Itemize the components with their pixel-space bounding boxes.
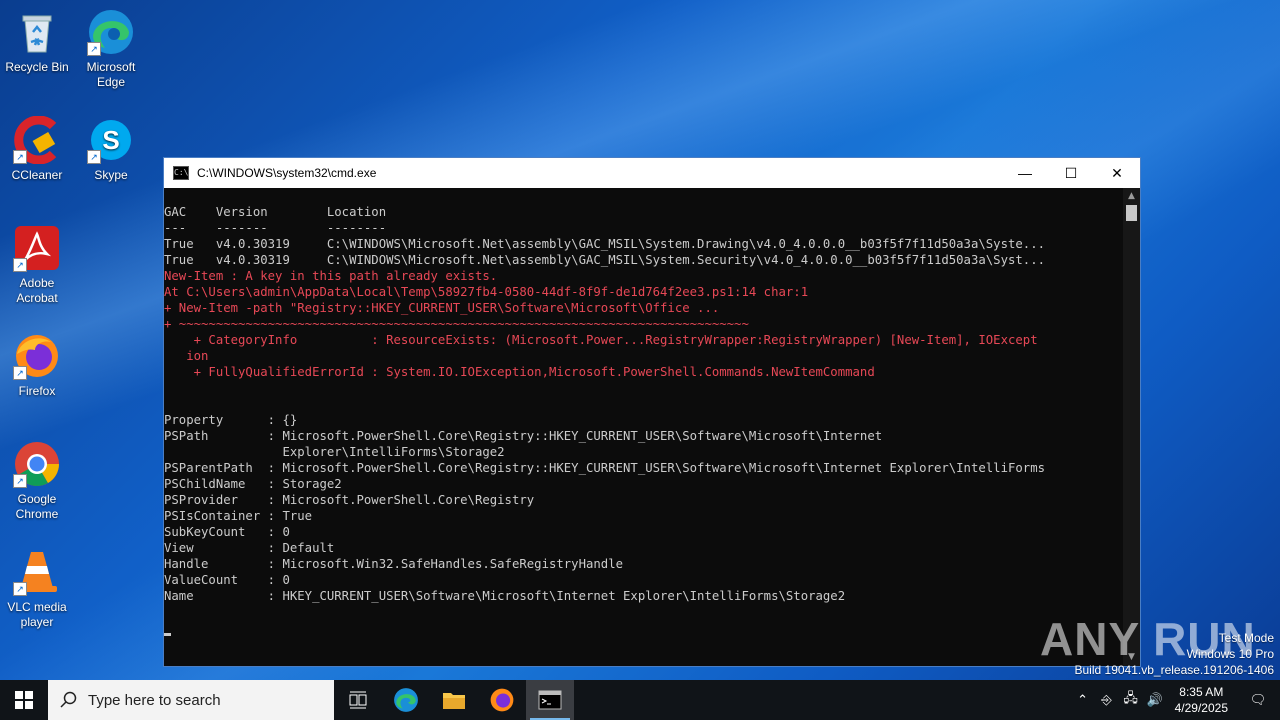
console-output[interactable]: GAC Version Location --- ------- --------…	[164, 188, 1123, 666]
clock-time: 8:35 AM	[1179, 685, 1224, 699]
console-error-line: + FullyQualifiedErrorId : System.IO.IOEx…	[164, 365, 875, 379]
maximize-button[interactable]: ☐	[1048, 158, 1094, 188]
desktop-icon-label: Skype	[94, 168, 128, 182]
clock-date: 4/29/2025	[1174, 701, 1228, 715]
network-icon[interactable]: 🖧	[1119, 689, 1143, 711]
console-line: PSIsContainer : True	[164, 509, 313, 523]
shortcut-arrow-icon: ↗	[13, 366, 27, 380]
console-error-line: + CategoryInfo : ResourceExists: (Micros…	[164, 333, 1038, 347]
desktop-icon-microsoft-edge[interactable]: ↗ Microsoft Edge	[73, 8, 149, 90]
taskbar-file-explorer-button[interactable]	[430, 680, 478, 720]
edge-icon	[394, 688, 418, 712]
console-error-line: ion	[164, 349, 209, 363]
folder-icon	[443, 693, 465, 709]
console-error-line: + New-Item -path "Registry::HKEY_CURRENT…	[164, 301, 720, 315]
test-mode-label: Test Mode	[1218, 631, 1274, 645]
title-bar[interactable]: C:\ C:\WINDOWS\system32\cmd.exe — ☐ ✕	[164, 158, 1140, 188]
console-line: True v4.0.30319 C:\WINDOWS\Microsoft.Net…	[164, 253, 1045, 267]
shortcut-arrow-icon: ↗	[13, 582, 27, 596]
console-line: GAC Version Location	[164, 205, 387, 219]
shortcut-arrow-icon: ↗	[13, 258, 27, 272]
desktop-icon-ccleaner[interactable]: ↗ CCleaner	[0, 115, 75, 183]
console-line: Handle : Microsoft.Win32.SafeHandles.Saf…	[164, 557, 624, 571]
taskbar-clock[interactable]: 8:35 AM 4/29/2025	[1167, 684, 1236, 716]
desktop-icon-skype[interactable]: S ↗ Skype	[73, 116, 149, 183]
search-placeholder: Type here to search	[88, 691, 221, 709]
console-line: PSProvider : Microsoft.PowerShell.Core\R…	[164, 493, 535, 507]
shortcut-arrow-icon: ↗	[13, 150, 27, 164]
console-cursor	[164, 620, 1123, 636]
task-view-button[interactable]	[334, 680, 382, 720]
windows-logo-icon	[15, 691, 33, 709]
console-line: Explorer\IntelliForms\Storage2	[164, 445, 505, 459]
cmd-window[interactable]: C:\ C:\WINDOWS\system32\cmd.exe — ☐ ✕ GA…	[163, 157, 1141, 667]
recycle-bin-icon	[13, 8, 61, 56]
taskbar-edge-button[interactable]	[382, 680, 430, 720]
desktop-icon-label: Google Chrome	[15, 492, 59, 521]
desktop-icon-firefox[interactable]: ↗ Firefox	[0, 332, 75, 399]
system-tray: ⌃ ⎆ 🖧 🔊 8:35 AM 4/29/2025 🗨	[1071, 680, 1280, 720]
chrome-icon: ↗	[13, 440, 61, 488]
desktop-icon-google-chrome[interactable]: ↗ Google Chrome	[0, 440, 75, 522]
vertical-scrollbar[interactable]: ▲ ▼	[1123, 188, 1140, 666]
windows-edition-label: Windows 10 Pro	[1186, 647, 1274, 661]
search-icon	[60, 691, 77, 708]
build-label: Build 19041.vb_release.191206-1406	[1074, 663, 1275, 677]
chevron-up-icon[interactable]: ⌃	[1071, 692, 1095, 708]
scroll-up-icon[interactable]: ▲	[1123, 188, 1140, 205]
acrobat-icon: ↗	[13, 224, 61, 272]
usb-device-icon[interactable]: ⎆	[1095, 692, 1119, 708]
desktop-icon-label: Firefox	[18, 384, 56, 398]
ccleaner-icon: ↗	[13, 115, 61, 165]
console-line: True v4.0.30319 C:\WINDOWS\Microsoft.Net…	[164, 237, 1045, 251]
test-mode-watermark: Test Mode Windows 10 Pro Build 19041.vb_…	[1075, 630, 1275, 678]
taskbar-cmd-button[interactable]	[526, 680, 574, 720]
cmd-app-icon: C:\	[173, 166, 189, 180]
svg-text:S: S	[102, 125, 119, 155]
desktop-icon-label: Recycle Bin	[5, 60, 69, 74]
console-error-line: At C:\Users\admin\AppData\Local\Temp\589…	[164, 285, 809, 299]
notification-icon[interactable]: 🗨	[1236, 692, 1280, 708]
taskbar-search-box[interactable]: Type here to search	[48, 680, 334, 720]
desktop-icon-vlc[interactable]: ↗ VLC media player	[0, 548, 75, 630]
close-button[interactable]: ✕	[1094, 158, 1140, 188]
console-line: Name : HKEY_CURRENT_USER\Software\Micros…	[164, 589, 846, 603]
window-title: C:\WINDOWS\system32\cmd.exe	[197, 166, 377, 180]
desktop-icon-adobe-acrobat[interactable]: ↗ Adobe Acrobat	[0, 224, 75, 306]
console-line: PSPath : Microsoft.PowerShell.Core\Regis…	[164, 429, 883, 443]
console-line: View : Default	[164, 541, 335, 555]
console-line: PSChildName : Storage2	[164, 477, 342, 491]
console-line: --- ------- --------	[164, 221, 387, 235]
desktop-icon-label: Microsoft Edge	[86, 60, 136, 89]
skype-icon: S ↗	[87, 116, 135, 164]
desktop-icon-label: Adobe Acrobat	[16, 276, 58, 305]
console-line: Property : {}	[164, 413, 298, 427]
firefox-icon	[490, 688, 514, 712]
desktop-icon-label: VLC media player	[7, 600, 67, 629]
firefox-icon: ↗	[13, 332, 61, 380]
vlc-cone-icon: ↗	[13, 548, 61, 596]
console-error-line: New-Item : A key in this path already ex…	[164, 269, 498, 283]
edge-icon: ↗	[87, 8, 135, 56]
taskbar: Type here to search ⌃ ⎆ 🖧 🔊 8:35 AM 4/29…	[0, 680, 1280, 720]
desktop-icon-label: CCleaner	[11, 168, 63, 182]
console-line: SubKeyCount : 0	[164, 525, 290, 539]
task-view-icon	[349, 691, 367, 709]
scroll-thumb[interactable]	[1126, 205, 1137, 221]
console-line: PSParentPath : Microsoft.PowerShell.Core…	[164, 461, 1045, 475]
console-line: ValueCount : 0	[164, 573, 290, 587]
minimize-button[interactable]: —	[1002, 158, 1048, 188]
console-error-line: + ~~~~~~~~~~~~~~~~~~~~~~~~~~~~~~~~~~~~~~…	[164, 317, 749, 331]
volume-icon[interactable]: 🔊	[1143, 692, 1167, 708]
shortcut-arrow-icon: ↗	[87, 150, 101, 164]
cmd-icon	[538, 690, 562, 710]
shortcut-arrow-icon: ↗	[87, 42, 101, 56]
taskbar-firefox-button[interactable]	[478, 680, 526, 720]
desktop-icon-recycle-bin[interactable]: Recycle Bin	[0, 8, 75, 75]
shortcut-arrow-icon: ↗	[13, 474, 27, 488]
start-button[interactable]	[0, 680, 48, 720]
